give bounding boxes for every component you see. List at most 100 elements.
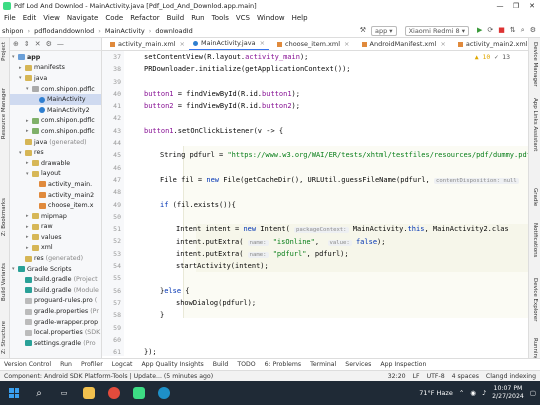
tool-build[interactable]: Build: [213, 361, 229, 368]
editor-tab[interactable]: activity_main2.xml×: [450, 38, 528, 50]
tab-device-explorer[interactable]: Device Explorer: [532, 278, 538, 321]
tree-item[interactable]: local.properties (SDK: [10, 327, 101, 338]
breadcrumb-item[interactable]: MainActivity ›: [105, 27, 151, 35]
tab-app-links-assistant[interactable]: App Links Assistant: [532, 98, 538, 151]
tree-item[interactable]: build.gradle (Module: [10, 285, 101, 296]
taskbar-edge[interactable]: [153, 383, 175, 403]
tree-item[interactable]: MainActivity: [10, 94, 101, 105]
close-tab-icon[interactable]: ×: [180, 40, 185, 48]
tab-notifications[interactable]: Notifications: [532, 223, 538, 257]
tree-item[interactable]: gradle.properties (Pr: [10, 306, 101, 317]
tab-project[interactable]: Project: [1, 42, 7, 61]
breadcrumb-item[interactable]: pdflodanddownlod ›: [34, 27, 101, 35]
tree-item[interactable]: ▸ mipmap: [10, 211, 101, 222]
tool-version-control[interactable]: Version Control: [4, 361, 51, 368]
indent-setting[interactable]: 4 spaces: [452, 373, 479, 380]
tree-item[interactable]: gradle-wrapper.prop: [10, 317, 101, 328]
close-icon[interactable]: ✕: [35, 40, 41, 48]
maximize-button[interactable]: ❐: [508, 2, 524, 10]
breadcrumb-item[interactable]: downloadId: [155, 27, 192, 35]
device-select[interactable]: Xiaomi Redmi 8 ▾: [404, 25, 470, 36]
sync-icon[interactable]: ⇅: [510, 26, 516, 36]
volume-icon[interactable]: ♪: [482, 389, 486, 397]
network-icon[interactable]: ◉: [470, 389, 476, 397]
tab-structure[interactable]: Z: Structure: [1, 321, 7, 354]
clock[interactable]: 10:07 PM 2/27/2024: [492, 385, 524, 401]
editor-tab[interactable]: MainActivity.java ×: [188, 38, 270, 50]
inspection-widget[interactable]: ▲ 10 ✓ 13: [475, 53, 510, 61]
tree-item[interactable]: java (generated): [10, 137, 101, 148]
tree-item[interactable]: ▾ layout: [10, 169, 101, 180]
tree-item[interactable]: choose_item.x: [10, 200, 101, 211]
taskbar-android-studio[interactable]: [128, 383, 150, 403]
tool-todo[interactable]: TODO: [237, 361, 255, 368]
tree-item[interactable]: MainActivity2: [10, 105, 101, 116]
tree-item[interactable]: ▸ com.shipon.pdflc: [10, 126, 101, 137]
tree-item[interactable]: ▸ values: [10, 232, 101, 243]
tree-item[interactable]: ▸ raw: [10, 222, 101, 233]
tree-item[interactable]: ▾ Gradle Scripts: [10, 264, 101, 275]
menu-file[interactable]: File: [4, 14, 16, 22]
weather-widget[interactable]: 71°F Haze: [419, 389, 453, 397]
tool-app-quality-insights[interactable]: App Quality Insights: [141, 361, 203, 368]
run-icon[interactable]: ▶: [477, 26, 482, 36]
tool-run[interactable]: Run: [60, 361, 72, 368]
status-message[interactable]: Component: Android SDK Platform-Tools | …: [4, 373, 213, 380]
menu-vcs[interactable]: VCS: [236, 14, 250, 22]
search-icon[interactable]: ⌕: [521, 26, 525, 36]
minimize-panel-icon[interactable]: —: [57, 40, 64, 48]
editor-tab[interactable]: activity_main.xml ×: [102, 38, 189, 50]
close-button[interactable]: ✕: [524, 2, 540, 10]
menu-navigate[interactable]: Navigate: [67, 14, 98, 22]
tree-item[interactable]: ▾ java: [10, 73, 101, 84]
tab-gradle[interactable]: Gradle: [532, 188, 538, 206]
indexing-status[interactable]: Clangd indexing: [486, 373, 536, 380]
tree-item[interactable]: ▾ app: [10, 52, 101, 63]
tab-device-manager[interactable]: Device Manager: [532, 42, 538, 87]
editor-tab[interactable]: choose_item.xml ×: [269, 38, 353, 50]
tree-item[interactable]: settings.gradle (Pro: [10, 338, 101, 349]
taskbar-chrome[interactable]: [103, 383, 125, 403]
tool-problems[interactable]: 6: Problems: [265, 361, 302, 368]
tool-logcat[interactable]: Logcat: [112, 361, 133, 368]
menu-run[interactable]: Run: [191, 14, 204, 22]
close-tab-icon[interactable]: ×: [260, 39, 265, 47]
code-editor[interactable]: ▲ 10 ✓ 13 setContentView(R.layout.activi…: [124, 51, 528, 356]
tool-services[interactable]: Services: [345, 361, 371, 368]
tree-item[interactable]: ▾ res: [10, 147, 101, 158]
tool-profiler[interactable]: Profiler: [81, 361, 103, 368]
tree-item[interactable]: ▸ drawable: [10, 158, 101, 169]
editor-tab[interactable]: AndroidManifest.xml ×: [354, 38, 450, 50]
breadcrumb-item[interactable]: shipon ›: [2, 27, 30, 35]
tab-build-variants[interactable]: Build Variants: [1, 263, 7, 301]
caret-position[interactable]: 32:20: [388, 373, 406, 380]
taskbar-file-explorer[interactable]: [78, 383, 100, 403]
chevron-up-icon[interactable]: ⌃: [459, 389, 464, 397]
tree-item[interactable]: ▸ xml: [10, 243, 101, 254]
tree-item[interactable]: build.gradle (Project: [10, 274, 101, 285]
tree-item[interactable]: activity_main2: [10, 190, 101, 201]
menu-view[interactable]: View: [43, 14, 60, 22]
start-button[interactable]: [3, 383, 25, 403]
menu-help[interactable]: Help: [292, 14, 308, 22]
hammer-icon[interactable]: ⚒: [360, 26, 366, 36]
collapse-icon[interactable]: ⇕: [24, 40, 30, 48]
run-config-select[interactable]: app ▾: [370, 25, 397, 36]
tree-item[interactable]: activity_main.: [10, 179, 101, 190]
file-encoding[interactable]: UTF-8: [427, 373, 445, 380]
menu-edit[interactable]: Edit: [23, 14, 37, 22]
taskbar-search-button[interactable]: ⌕: [28, 383, 50, 403]
menu-build[interactable]: Build: [167, 14, 185, 22]
line-separator[interactable]: LF: [413, 373, 420, 380]
menu-window[interactable]: Window: [257, 14, 285, 22]
tree-item[interactable]: proguard-rules.pro(: [10, 296, 101, 307]
tree-item[interactable]: res (generated): [10, 253, 101, 264]
menu-code[interactable]: Code: [105, 14, 123, 22]
close-tab-icon[interactable]: ×: [440, 40, 445, 48]
notification-icon[interactable]: ▢: [530, 389, 536, 397]
tree-item[interactable]: ▾ com.shipon.pdflc: [10, 84, 101, 95]
task-view-button[interactable]: ▭: [53, 383, 75, 403]
minimize-button[interactable]: —: [492, 2, 508, 10]
tool-app-inspection[interactable]: App Inspection: [380, 361, 426, 368]
close-tab-icon[interactable]: ×: [344, 40, 349, 48]
